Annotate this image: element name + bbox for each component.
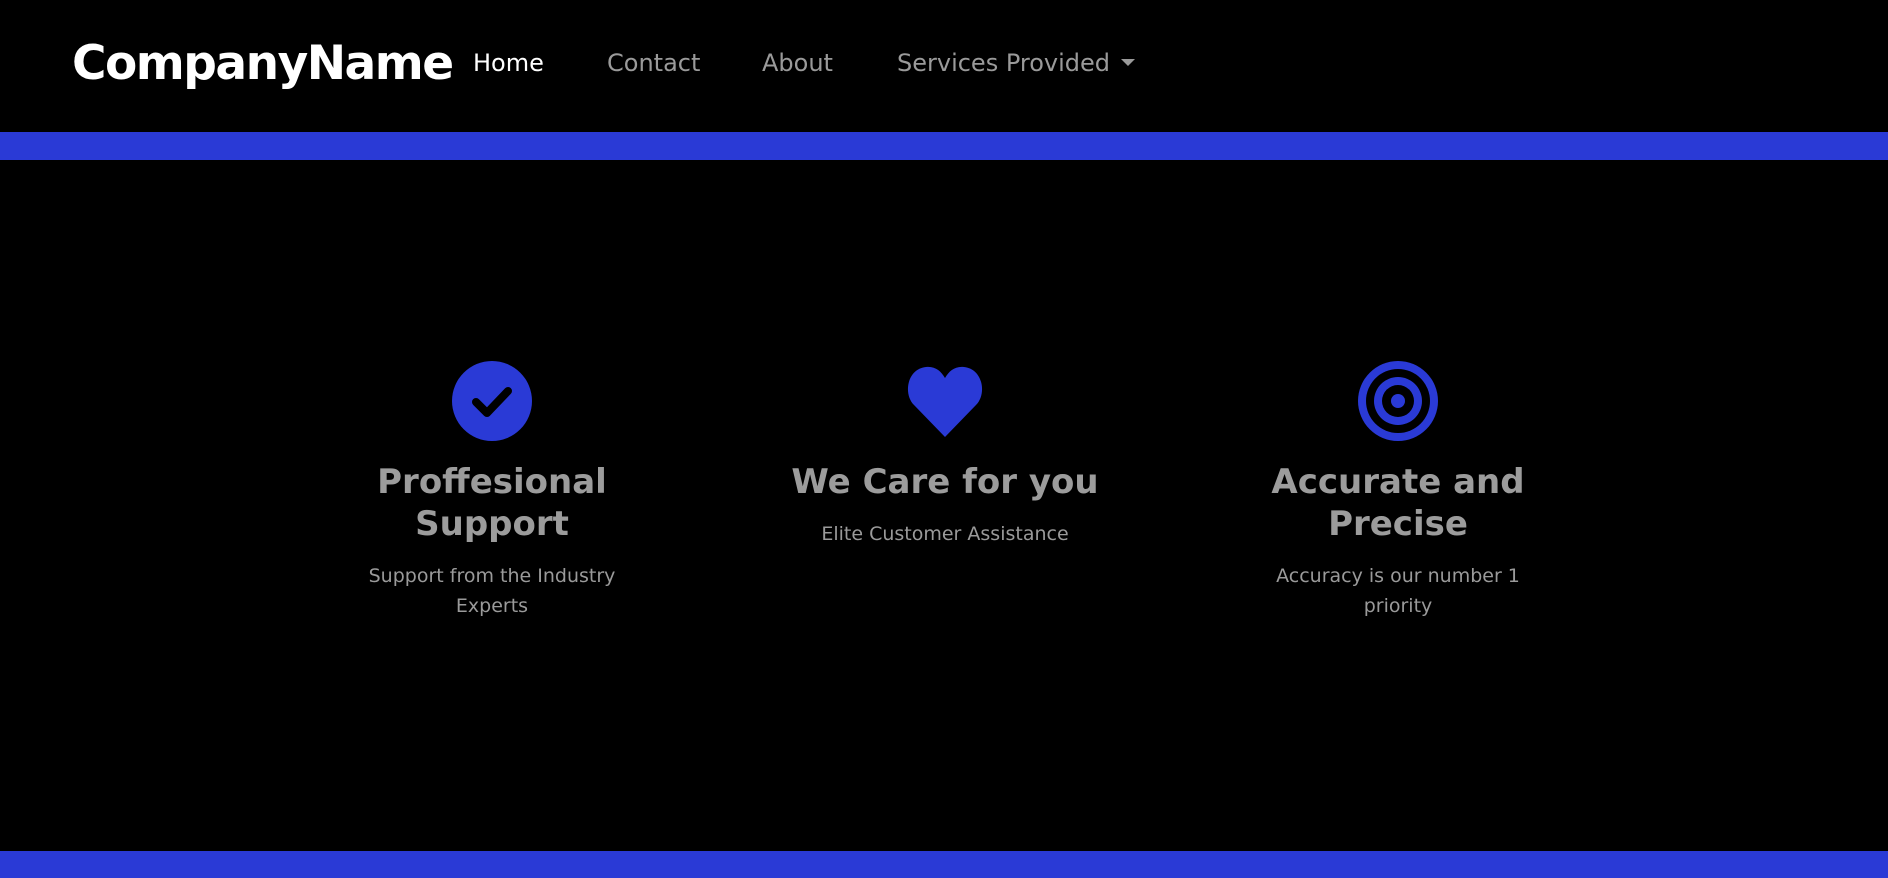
- nav-link-services-dropdown[interactable]: Services Provided: [897, 47, 1110, 79]
- brand-logo[interactable]: CompanyName: [72, 34, 454, 94]
- feature-card-accuracy: Accurate and Precise Accuracy is our num…: [1238, 361, 1558, 621]
- feature-title: We Care for you: [791, 462, 1099, 502]
- navbar: CompanyName Home Contact About Services …: [0, 0, 1888, 132]
- nav-link-about[interactable]: About: [762, 47, 833, 79]
- feature-card-care: We Care for you Elite Customer Assistanc…: [785, 361, 1105, 549]
- feature-description: Elite Customer Assistance: [821, 523, 1069, 545]
- heart-icon: [907, 366, 983, 437]
- feature-description: Accuracy is our number 1 priority: [1276, 565, 1520, 617]
- feature-description: Support from the Industry Experts: [368, 565, 616, 617]
- nav-link-home[interactable]: Home: [473, 47, 544, 79]
- feature-card-support: Proffesional Support Support from the In…: [332, 361, 652, 621]
- feature-title: Proffesional Support: [377, 462, 607, 544]
- check-circle-icon: [452, 361, 532, 441]
- chevron-down-icon[interactable]: [1121, 59, 1135, 66]
- bullseye-icon: [1358, 361, 1438, 441]
- nav-link-contact[interactable]: Contact: [607, 47, 700, 79]
- accent-band-bottom: [0, 851, 1888, 878]
- feature-title: Accurate and Precise: [1271, 462, 1525, 544]
- accent-band-top: [0, 132, 1888, 160]
